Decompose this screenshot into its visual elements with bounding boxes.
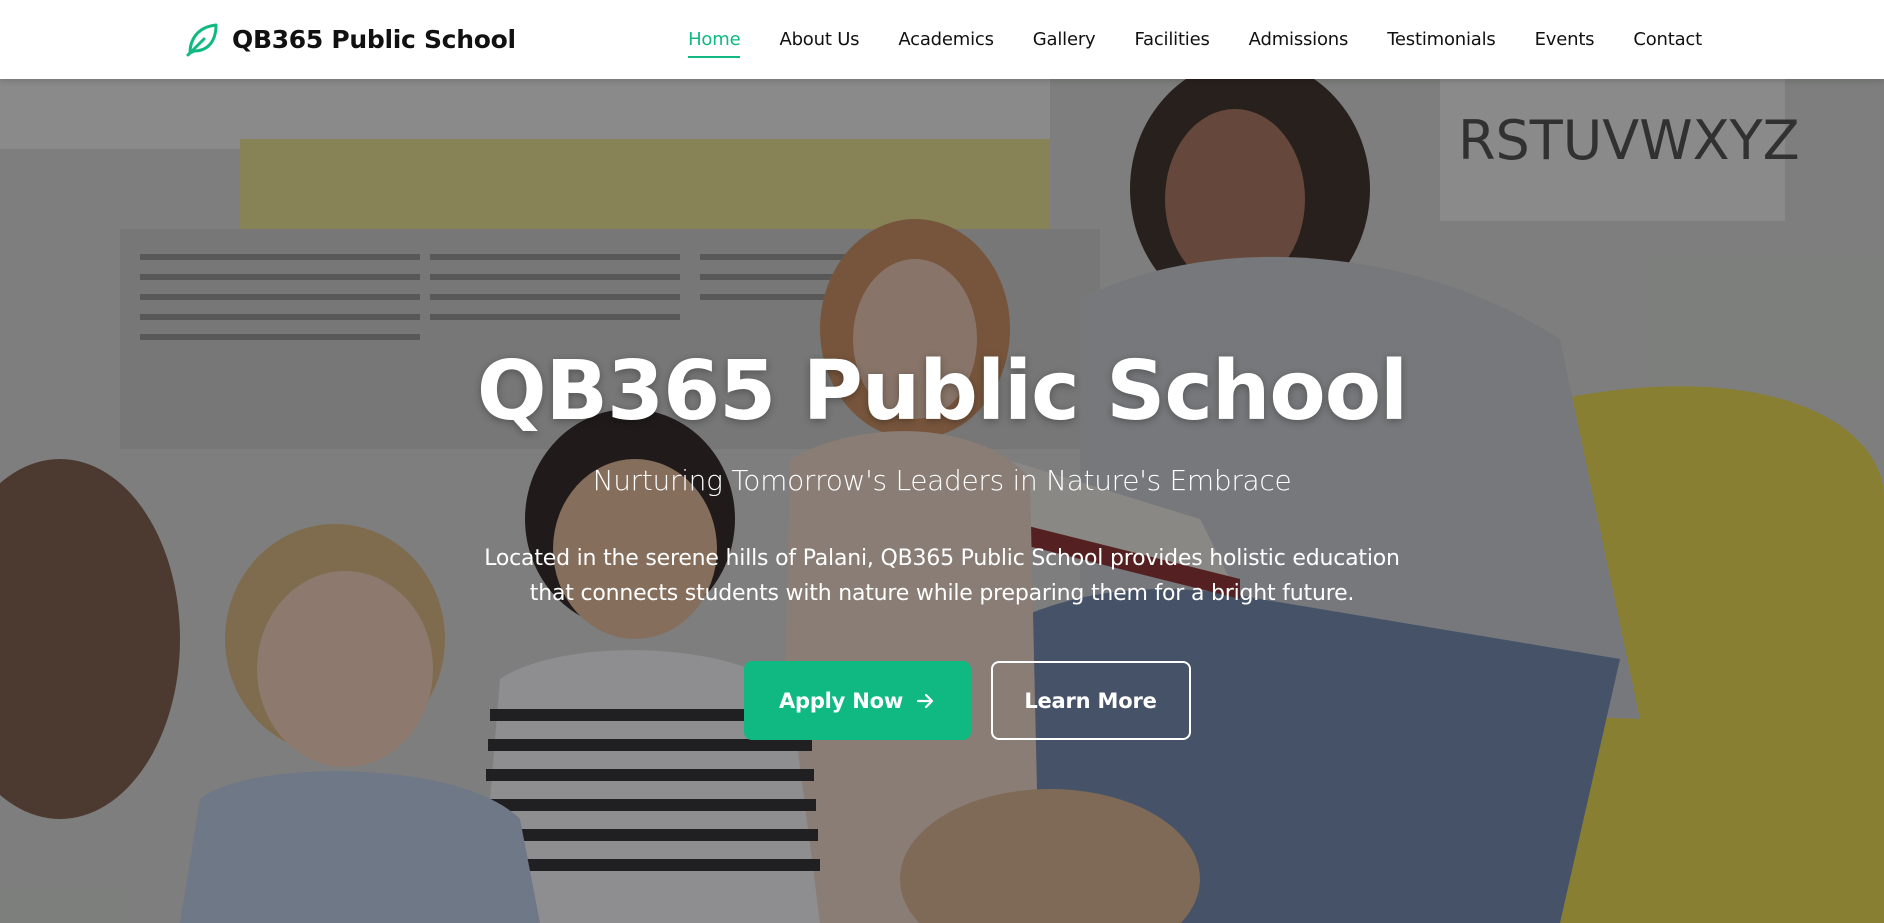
learn-more-label: Learn More (1024, 688, 1157, 713)
nav-item-gallery[interactable]: Gallery (1033, 21, 1096, 58)
hero-title: QB365 Public School (476, 344, 1408, 439)
hero-content: QB365 Public School Nurturing Tomorrow's… (0, 79, 1884, 923)
nav-item-about-us[interactable]: About Us (779, 21, 859, 58)
hero-description-line-1: Located in the serene hills of Palani, Q… (484, 546, 1400, 571)
brand-name: QB365 Public School (232, 24, 516, 54)
leaf-icon (186, 23, 218, 57)
nav-item-admissions[interactable]: Admissions (1249, 21, 1349, 58)
site-header: QB365 Public School Home About Us Academ… (0, 0, 1884, 79)
hero-subtitle: Nurturing Tomorrow's Leaders in Nature's… (592, 464, 1292, 497)
hero-buttons: Apply Now Learn More (0, 661, 1884, 740)
nav-item-facilities[interactable]: Facilities (1135, 21, 1210, 58)
hero-description-line-2: that connects students with nature while… (529, 581, 1355, 606)
hero-description: Located in the serene hills of Palani, Q… (460, 541, 1424, 611)
hero-section: RSTUVWXYZ QB365 Public School Nurturing … (0, 79, 1884, 923)
nav-item-events[interactable]: Events (1535, 21, 1595, 58)
logo-link[interactable]: QB365 Public School (182, 20, 516, 58)
nav-item-contact[interactable]: Contact (1633, 21, 1702, 58)
apply-now-label: Apply Now (778, 688, 904, 713)
apply-now-button[interactable]: Apply Now (743, 661, 971, 740)
nav-item-home[interactable]: Home (688, 21, 741, 58)
learn-more-button[interactable]: Learn More (990, 661, 1191, 740)
arrow-right-icon (916, 693, 934, 708)
nav-item-testimonials[interactable]: Testimonials (1387, 21, 1496, 58)
nav-item-academics[interactable]: Academics (898, 21, 994, 58)
